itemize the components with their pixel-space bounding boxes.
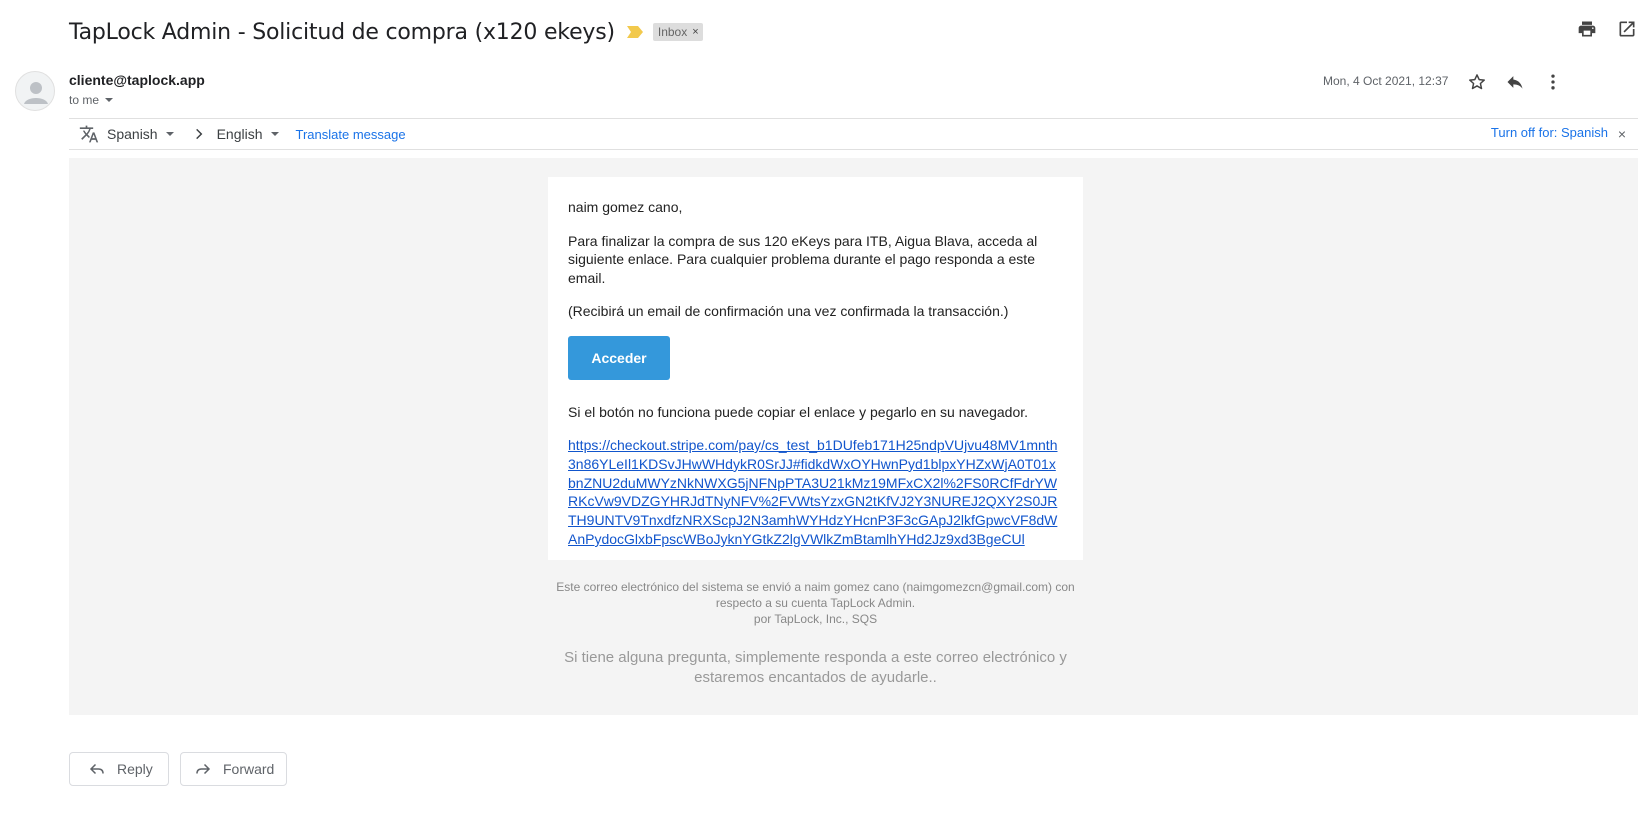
target-language-label: English: [216, 126, 263, 142]
footer-line-1: Este correo electrónico del sistema se e…: [556, 580, 1075, 610]
chevron-down-icon: [270, 132, 279, 136]
source-language-select[interactable]: Spanish: [107, 126, 174, 142]
reply-icon[interactable]: [1503, 70, 1527, 94]
reply-icon: [89, 763, 104, 775]
remove-label-icon[interactable]: ×: [692, 26, 698, 38]
forward-icon: [196, 763, 211, 775]
translate-icon: [79, 124, 99, 144]
subject-row: TapLock Admin - Solicitud de compra (x12…: [69, 16, 1638, 48]
chevron-down-icon: [105, 98, 114, 102]
star-icon[interactable]: [1465, 70, 1489, 94]
default-avatar-icon: [24, 82, 48, 104]
body-paragraph-2: (Recibirá un email de confirmación una v…: [568, 303, 1009, 319]
turn-off-translation-link[interactable]: Turn off for: Spanish: [1491, 125, 1608, 140]
email-content-card: naim gomez cano, Para finalizar la compr…: [548, 177, 1083, 560]
sender-email[interactable]: cliente@taplock.app: [69, 72, 205, 88]
open-in-new-window-icon[interactable]: [1616, 18, 1638, 40]
recipient-label: to me: [69, 93, 100, 107]
reply-button[interactable]: Reply: [69, 752, 169, 786]
forward-label: Forward: [223, 761, 275, 777]
system-footer: Este correo electrónico del sistema se e…: [548, 579, 1083, 627]
forward-button[interactable]: Forward: [180, 752, 287, 786]
recipient-details-toggle[interactable]: to me: [69, 93, 114, 107]
footer-line-2: por TapLock, Inc., SQS: [753, 612, 878, 626]
message-actions: [1465, 70, 1565, 94]
body-paragraph-1: Para finalizar la compra de sus 120 eKey…: [568, 232, 1038, 286]
greeting: naim gomez cano,: [568, 199, 683, 215]
close-translate-bar-icon[interactable]: ×: [1618, 126, 1626, 142]
inbox-label-text: Inbox: [657, 25, 688, 39]
translate-bar: Spanish English Translate message Turn o…: [69, 118, 1638, 150]
source-language-label: Spanish: [107, 126, 158, 142]
more-vert-icon[interactable]: [1541, 70, 1565, 94]
target-language-select[interactable]: English: [217, 126, 279, 142]
chevron-right-icon: [192, 127, 206, 141]
translate-message-link[interactable]: Translate message: [296, 127, 406, 142]
help-footer: Si tiene alguna pregunta, simplemente re…: [564, 649, 1067, 686]
email-date: Mon, 4 Oct 2021, 12:37: [1323, 74, 1449, 88]
inbox-label-chip[interactable]: Inbox ×: [652, 23, 703, 41]
print-icon[interactable]: [1576, 18, 1598, 40]
importance-marker-icon[interactable]: [626, 26, 643, 38]
sender-avatar[interactable]: [15, 71, 55, 111]
chevron-down-icon: [165, 132, 174, 136]
checkout-link[interactable]: https://checkout.stripe.com/pay/cs_test_…: [568, 436, 1058, 549]
reply-label: Reply: [117, 761, 153, 777]
top-actions: [1576, 18, 1638, 40]
body-paragraph-3: Si el botón no funciona puede copiar el …: [568, 403, 1029, 420]
email-subject: TapLock Admin - Solicitud de compra (x12…: [69, 19, 615, 45]
acceder-button[interactable]: Acceder: [568, 335, 670, 380]
